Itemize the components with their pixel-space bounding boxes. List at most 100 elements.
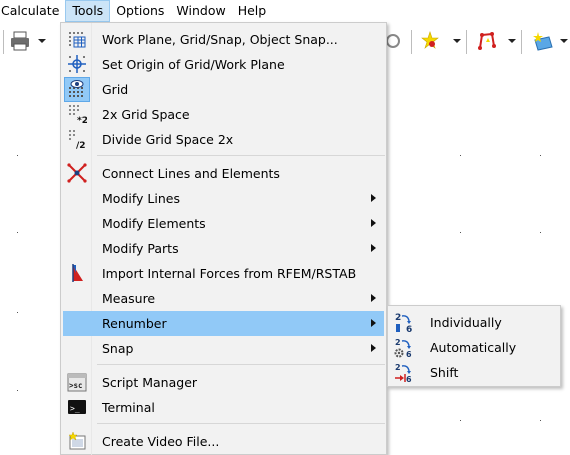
menu-item-label: Terminal bbox=[102, 400, 155, 415]
menu-item-terminal[interactable]: >_ Terminal bbox=[63, 395, 384, 420]
menu-item-label: Renumber bbox=[102, 316, 167, 331]
menu-item-label: Snap bbox=[102, 341, 134, 356]
tools-menu: Work Plane, Grid/Snap, Object Snap... Se… bbox=[60, 22, 387, 455]
node-dropdown-icon[interactable] bbox=[453, 39, 461, 43]
icon-number-top: 2 bbox=[395, 363, 401, 372]
menu-item-label: Grid bbox=[102, 82, 129, 97]
terminal-icon-text: >_ bbox=[70, 404, 80, 413]
menu-item-snap[interactable]: Snap bbox=[63, 336, 384, 361]
grid-point bbox=[460, 155, 461, 156]
menu-item-divide-grid-space[interactable]: /2 Divide Grid Space 2x bbox=[63, 127, 384, 152]
grid-point bbox=[540, 155, 541, 156]
menu-item-label: 2x Grid Space bbox=[102, 107, 190, 122]
menu-tools[interactable]: Tools bbox=[65, 0, 111, 22]
submenu-arrow-icon bbox=[371, 244, 376, 252]
menu-item-set-origin[interactable]: Set Origin of Grid/Work Plane bbox=[63, 52, 384, 77]
icon-number-top: 2 bbox=[395, 338, 401, 347]
menu-item-measure[interactable]: Measure bbox=[63, 286, 384, 311]
icon-number-top: 2 bbox=[395, 313, 401, 323]
menu-item-script-manager[interactable]: >sc Script Manager bbox=[63, 370, 384, 395]
grid-point bbox=[17, 232, 18, 233]
menu-item-label: Script Manager bbox=[102, 375, 198, 390]
menu-item-modify-lines[interactable]: Modify Lines bbox=[63, 186, 384, 211]
menu-item-label: Import Internal Forces from RFEM/RSTAB bbox=[102, 266, 357, 281]
renumber-automatically-icon: 2 6 bbox=[394, 337, 416, 359]
menu-item-work-plane[interactable]: Work Plane, Grid/Snap, Object Snap... bbox=[63, 27, 384, 52]
new-surface-icon[interactable] bbox=[532, 30, 554, 52]
menu-options[interactable]: Options bbox=[110, 0, 170, 22]
icon-number-bottom: 6 bbox=[406, 350, 412, 359]
grid-point bbox=[540, 420, 541, 421]
renumber-individually-icon: 2 6 bbox=[394, 312, 416, 335]
menu-divider bbox=[97, 155, 385, 156]
print-icon[interactable] bbox=[9, 30, 31, 52]
connect-lines-icon bbox=[67, 163, 87, 183]
renumber-submenu: 2 6 Individually 2 6 Automatically 2 6 S… bbox=[387, 305, 561, 387]
menu-item-renumber[interactable]: Renumber bbox=[63, 311, 384, 336]
menu-item-modify-parts[interactable]: Modify Parts bbox=[63, 236, 384, 261]
menu-item-label: Connect Lines and Elements bbox=[102, 166, 280, 181]
toolbar-separator bbox=[411, 30, 412, 54]
menu-bar: Calculate Tools Options Window Help bbox=[0, 0, 570, 22]
terminal-icon: >_ bbox=[67, 397, 87, 417]
submenu-item-label: Automatically bbox=[430, 340, 517, 355]
svg-text:*2: *2 bbox=[77, 116, 87, 124]
menu-item-label: Modify Lines bbox=[102, 191, 180, 206]
new-node-icon[interactable] bbox=[420, 30, 442, 52]
submenu-arrow-icon bbox=[371, 194, 376, 202]
menu-item-connect-lines[interactable]: Connect Lines and Elements bbox=[63, 161, 384, 186]
submenu-item-label: Individually bbox=[430, 315, 502, 330]
grid-divide-icon: /2 bbox=[67, 129, 87, 149]
menu-item-label: Create Video File... bbox=[102, 434, 220, 449]
grid-point bbox=[540, 232, 541, 233]
submenu-item-automatically[interactable]: 2 6 Automatically bbox=[390, 335, 558, 360]
new-line-icon[interactable] bbox=[476, 30, 498, 52]
video-file-icon bbox=[67, 431, 87, 451]
menu-help[interactable]: Help bbox=[232, 0, 273, 22]
work-plane-icon bbox=[67, 29, 87, 49]
toolbar-separator bbox=[466, 30, 467, 54]
renumber-shift-icon: 2 6 bbox=[394, 362, 416, 384]
view-icon[interactable] bbox=[385, 30, 407, 52]
menu-divider bbox=[97, 423, 385, 424]
menu-calculate[interactable]: Calculate bbox=[0, 0, 65, 22]
submenu-arrow-icon bbox=[371, 219, 376, 227]
line-dropdown-icon[interactable] bbox=[508, 39, 516, 43]
menu-window[interactable]: Window bbox=[170, 0, 231, 22]
grid-multiply-icon: *2 bbox=[67, 104, 87, 124]
grid-icon bbox=[67, 79, 87, 99]
submenu-arrow-icon bbox=[371, 344, 376, 352]
menu-item-label: Divide Grid Space 2x bbox=[102, 132, 234, 147]
surface-dropdown-icon[interactable] bbox=[560, 39, 568, 43]
menu-item-modify-elements[interactable]: Modify Elements bbox=[63, 211, 384, 236]
grid-point bbox=[17, 155, 18, 156]
script-manager-icon: >sc bbox=[67, 372, 87, 392]
submenu-item-shift[interactable]: 2 6 Shift bbox=[390, 360, 558, 385]
submenu-item-label: Shift bbox=[430, 365, 459, 380]
menu-item-create-video[interactable]: Create Video File... bbox=[63, 429, 384, 454]
menu-item-2x-grid-space[interactable]: *2 2x Grid Space bbox=[63, 102, 384, 127]
grid-point bbox=[17, 390, 18, 391]
svg-text:/2: /2 bbox=[76, 141, 86, 149]
menu-item-label: Work Plane, Grid/Snap, Object Snap... bbox=[102, 32, 338, 47]
grid-point bbox=[17, 312, 18, 313]
menu-item-label: Measure bbox=[102, 291, 156, 306]
menu-item-label: Modify Elements bbox=[102, 216, 206, 231]
toolbar-separator bbox=[3, 30, 4, 54]
icon-number-bottom: 6 bbox=[406, 375, 412, 384]
menu-item-grid[interactable]: Grid bbox=[63, 77, 384, 102]
script-icon-text: >sc bbox=[69, 381, 83, 390]
grid-point bbox=[460, 420, 461, 421]
menu-item-label: Set Origin of Grid/Work Plane bbox=[102, 57, 285, 72]
grid-point bbox=[460, 232, 461, 233]
print-dropdown-icon[interactable] bbox=[38, 39, 46, 43]
menu-item-import-internal-forces[interactable]: Import Internal Forces from RFEM/RSTAB bbox=[63, 261, 384, 286]
icon-number-bottom: 6 bbox=[406, 325, 412, 334]
menu-divider bbox=[97, 364, 385, 365]
submenu-item-individually[interactable]: 2 6 Individually bbox=[390, 310, 558, 335]
submenu-arrow-icon bbox=[371, 294, 376, 302]
toolbar-separator bbox=[521, 30, 522, 54]
set-origin-icon bbox=[67, 54, 87, 74]
import-forces-icon bbox=[67, 263, 87, 283]
menu-item-label: Modify Parts bbox=[102, 241, 179, 256]
